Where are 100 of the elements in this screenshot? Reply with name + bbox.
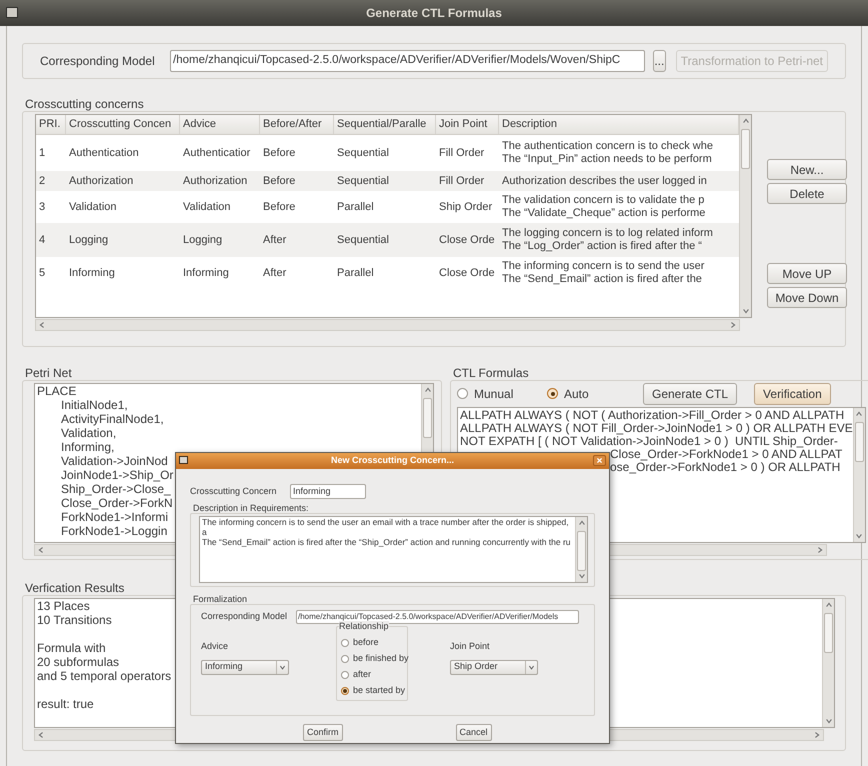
table-cell-text: Sequential xyxy=(336,174,390,189)
table-cell-text: Logging xyxy=(68,232,110,248)
table-cell-text: Authenticatior xyxy=(182,146,252,161)
text-line: and 5 temporal operators xyxy=(37,669,172,683)
description-text-area[interactable]: The informing concern is to send the user an email with a trace number after the order is shipped, a The “Send_Email” action is fired after the “Ship_Order” action and running concurrently with the ru xyxy=(199,516,588,583)
button[interactable]: New... xyxy=(767,159,847,180)
caret-icon xyxy=(279,664,286,670)
radio-button[interactable] xyxy=(341,638,349,646)
scroll-left-icon xyxy=(38,321,46,329)
column-header[interactable]: Advice xyxy=(180,115,260,134)
window-title: Generate CTL Formulas xyxy=(366,5,502,22)
column-header[interactable]: Before/After xyxy=(260,115,334,134)
field-label: Corresponding Model xyxy=(201,610,288,624)
vertical-scrollbar[interactable] xyxy=(739,115,751,317)
table-cell-text: The validation concern is to validate the p The “Validate_Cheque” action is performe xyxy=(501,193,706,221)
column-header[interactable]: Sequential/Paralle xyxy=(334,115,436,134)
text-line: ForkNode1->Informi xyxy=(60,510,168,524)
model-path-field[interactable]: /home/zhanqicui/Topcased-2.5.0/workspace/ADVerifier/ADVerifier/Models xyxy=(296,610,579,624)
table-row[interactable]: 4 Logging Logging After Sequential Close Orde The logging concern is to log related inform The “Log_Order” action is fired after the “ xyxy=(36,223,739,257)
radio-label: be finished by xyxy=(353,652,409,665)
scroll-right-icon xyxy=(729,321,737,329)
field-label: Corresponding Model xyxy=(40,53,156,70)
button[interactable]: ... xyxy=(653,50,666,72)
formula-line: ALLPATH ALWAYS ( NOT Fill_Order->JoinNode1 > 0 ) OR ALLPATH EVE xyxy=(460,422,853,435)
scroll-right-icon xyxy=(813,731,821,739)
scroll-thumb[interactable] xyxy=(423,398,432,438)
close-button[interactable] xyxy=(593,455,606,466)
radio-button[interactable] xyxy=(341,686,349,694)
table-cell-text: Fill Order xyxy=(438,146,486,161)
radio-button[interactable] xyxy=(341,654,349,662)
table-cell-text: 4 xyxy=(38,232,46,248)
table-row[interactable]: 2 Authorization Authorization Before Sequential Fill Order Authorization describes the user logged in xyxy=(36,171,739,191)
horizontal-scrollbar[interactable] xyxy=(35,319,740,331)
table-cell-text: Logging xyxy=(182,232,224,248)
section-title: CTL Formulas xyxy=(452,367,530,380)
table-cell-text: Validation xyxy=(68,200,118,215)
table-cell-text: Authorization xyxy=(182,174,248,189)
button[interactable]: Confirm xyxy=(303,724,343,741)
radio-button[interactable] xyxy=(547,388,558,399)
scroll-thumb[interactable] xyxy=(854,422,864,462)
button[interactable]: Generate CTL xyxy=(643,382,738,404)
button[interactable]: Cancel xyxy=(456,724,492,741)
text-line: InitialNode1, xyxy=(60,398,128,412)
dropdown[interactable]: Ship Order xyxy=(450,660,538,674)
dropdown[interactable]: Informing xyxy=(201,660,289,674)
radio-label: after xyxy=(353,668,372,681)
field-label: Advice xyxy=(201,640,230,653)
vertical-scrollbar[interactable] xyxy=(822,599,834,727)
column-header[interactable]: Join Point xyxy=(436,115,499,134)
section-title: Description in Requirements: xyxy=(192,503,310,513)
radio-button[interactable] xyxy=(341,670,349,678)
formula-line: NOT EXPATH [ ( NOT Validation->JoinNode1 > 0 ) UNTIL Ship_Order- xyxy=(460,435,838,448)
table-cell-text: Informing xyxy=(68,266,116,281)
vertical-scrollbar[interactable] xyxy=(575,517,587,582)
field-label: Join Point xyxy=(450,640,491,653)
text-line: The “Send_Email” action is fired after the “Ship_Order” action and running concurrently with the ru xyxy=(202,537,572,547)
section-title: Formalization xyxy=(192,594,248,604)
table-cell-text: Close Orde xyxy=(438,266,496,281)
table-cell-text: After xyxy=(262,266,288,281)
scroll-thumb[interactable] xyxy=(577,531,586,571)
radio-label: be started by xyxy=(353,684,406,697)
table-cell-text: Before xyxy=(262,174,296,189)
radio-label: Auto xyxy=(564,386,589,402)
dialog-title: New Crosscutting Concern... xyxy=(330,454,454,468)
model-path-field[interactable]: /home/zhanqicui/Topcased-2.5.0/workspace/ADVerifier/ADVerifier/Models/Woven/ShipC xyxy=(170,50,645,72)
scroll-up-icon xyxy=(855,410,864,418)
text-line: Validation->JoinNod xyxy=(60,454,168,468)
radio-label: before xyxy=(353,636,379,649)
radio-button[interactable] xyxy=(457,388,468,399)
table-cell-text: Authorization describes the user logged in xyxy=(501,174,708,188)
button[interactable]: Move UP xyxy=(767,263,847,284)
caret-icon xyxy=(528,664,535,670)
table-cell-text: Before xyxy=(262,146,296,161)
scroll-left-icon xyxy=(37,731,45,739)
formula-line: ose_Order->ForkNode1 > 0 ) OR ALLPATH xyxy=(610,461,840,474)
table-cell-text: The logging concern is to log related inform The “Log_Order” action is fired after the “ xyxy=(501,226,714,254)
section-title: Verfication Results xyxy=(24,582,126,595)
button[interactable]: Delete xyxy=(767,183,847,204)
column-header[interactable]: PRI. xyxy=(36,115,66,134)
table-cell-text: Before xyxy=(262,200,296,215)
concern-name-field[interactable]: Informing xyxy=(290,484,366,499)
vertical-scrollbar[interactable] xyxy=(852,408,865,542)
text-line: 20 subformulas xyxy=(37,655,120,669)
table-cell-text: Ship Order xyxy=(438,200,494,215)
table-cell-text: Sequential xyxy=(336,146,390,161)
table-cell-text: Sequential xyxy=(336,232,390,248)
scroll-left-icon xyxy=(37,546,45,554)
column-header[interactable]: Crosscutting Concen xyxy=(66,115,180,134)
section-title: Relationship xyxy=(339,621,389,631)
scroll-thumb[interactable] xyxy=(824,613,833,653)
table-cell-text: The informing concern is to send the user The “Send_Email” action is fired after the xyxy=(501,259,706,287)
button[interactable]: Verification xyxy=(754,382,831,404)
table-cell-text: Parallel xyxy=(336,266,375,281)
table-cell-text: 2 xyxy=(38,174,46,189)
formula-line: Close_Order->ForkNode1 > 0 AND ALLPAT xyxy=(610,448,842,461)
scroll-down-icon xyxy=(824,717,832,725)
scroll-thumb[interactable] xyxy=(741,129,750,169)
scroll-right-icon xyxy=(816,546,824,554)
button[interactable]: Move Down xyxy=(767,287,847,308)
table-cell-text: Close Orde xyxy=(438,232,496,248)
